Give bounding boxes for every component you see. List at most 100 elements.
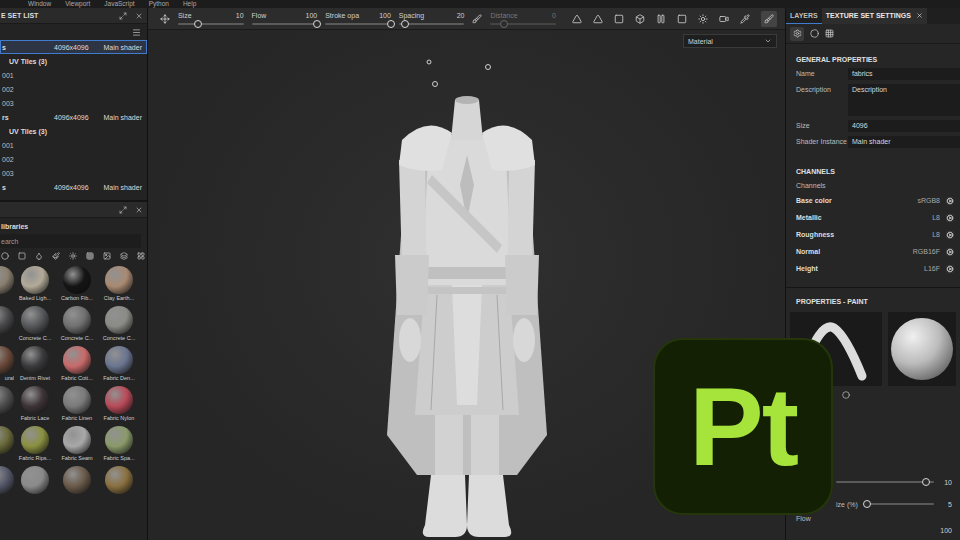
material-tile[interactable] xyxy=(0,466,14,502)
menu-item[interactable]: Python xyxy=(149,0,169,8)
channel-row[interactable]: HeightL16F xyxy=(786,260,960,277)
channel-format[interactable]: L16F xyxy=(924,265,940,272)
slider-value[interactable]: 100 xyxy=(306,12,318,20)
slider-value[interactable]: 20 xyxy=(457,12,465,20)
shader-icon[interactable] xyxy=(810,29,819,38)
close-icon[interactable] xyxy=(135,12,143,20)
maximize-icon[interactable] xyxy=(119,12,127,20)
channel-row[interactable]: Base colorsRGB8 xyxy=(786,192,960,209)
property-field[interactable]: Description xyxy=(848,84,960,116)
texture-icon[interactable] xyxy=(35,252,43,260)
camera-icon[interactable] xyxy=(719,14,729,24)
material-tile[interactable]: Fabric Lace xyxy=(14,386,56,422)
material-tile[interactable]: Concrete C... xyxy=(14,306,56,342)
material-tile[interactable]: Fabric Rips... xyxy=(14,426,56,462)
pause-icon[interactable] xyxy=(656,14,666,24)
property-field[interactable]: Main shader xyxy=(848,136,960,148)
material-tile[interactable]: Concrete C... xyxy=(56,306,98,342)
settings-view-button[interactable] xyxy=(790,27,804,41)
close-icon[interactable] xyxy=(916,12,923,19)
toolbar-slider[interactable]: Flow100 xyxy=(252,12,318,25)
material-tile[interactable] xyxy=(98,466,140,502)
material-tile[interactable]: Fabric Linen xyxy=(56,386,98,422)
mirror-icon[interactable] xyxy=(593,14,603,24)
channel-format[interactable]: L8 xyxy=(932,214,940,221)
gear-icon[interactable] xyxy=(946,248,954,256)
texture-set-row[interactable]: 002 xyxy=(0,82,147,96)
transform-icon[interactable] xyxy=(160,14,170,24)
property-field[interactable]: fabrics xyxy=(848,68,960,80)
frame-icon[interactable] xyxy=(614,14,624,24)
slider-value[interactable]: 10 xyxy=(940,479,952,486)
channel-row[interactable]: MetallicL8 xyxy=(786,209,960,226)
toolbar-slider[interactable]: Spacing20 xyxy=(399,12,465,25)
texture-set-row[interactable]: UV Tiles (3) xyxy=(0,124,147,138)
texture-set-row[interactable]: UV Tiles (3) xyxy=(0,54,147,68)
menu-icon[interactable] xyxy=(132,28,141,37)
environment-icon[interactable] xyxy=(69,252,77,260)
environment-icon[interactable] xyxy=(698,14,708,24)
picker-icon[interactable] xyxy=(740,14,750,24)
material-tile[interactable]: Fabric Seam xyxy=(56,426,98,462)
material-icon[interactable] xyxy=(842,391,850,399)
grid-view-icon[interactable] xyxy=(137,252,145,260)
channel-row[interactable]: NormalRGB16F xyxy=(786,243,960,260)
image-icon[interactable] xyxy=(103,252,111,260)
material-tile[interactable]: Fabric Spa... xyxy=(98,426,140,462)
menu-item[interactable]: JavaScript xyxy=(104,0,134,8)
property-field[interactable]: 4096 xyxy=(848,120,960,132)
slider-value[interactable]: 100 xyxy=(379,12,391,20)
lazy-mouse-icon[interactable] xyxy=(472,14,482,24)
slider-knob[interactable] xyxy=(922,478,930,486)
slider-knob[interactable] xyxy=(863,500,871,508)
menu-item[interactable]: Viewport xyxy=(65,0,90,8)
material-tile[interactable] xyxy=(0,266,14,302)
slider-knob[interactable] xyxy=(313,20,321,28)
material-tile[interactable]: Fabric Cott... xyxy=(56,346,98,382)
texture-set-row[interactable]: rs4096x4096Main shader xyxy=(0,110,147,124)
uv-icon[interactable] xyxy=(825,29,834,38)
smart-material-icon[interactable] xyxy=(18,252,26,260)
material-tile[interactable] xyxy=(0,426,14,462)
menu-item[interactable]: Window xyxy=(28,0,51,8)
texture-set-row[interactable]: 003 xyxy=(0,166,147,180)
flow-value[interactable]: 100 xyxy=(786,527,960,540)
selection-icon[interactable] xyxy=(677,14,687,24)
panel-tab[interactable]: TEXTURE SET SETTINGS xyxy=(822,8,927,24)
brush-icon[interactable] xyxy=(52,252,60,260)
slider-knob[interactable] xyxy=(500,20,508,28)
channel-row[interactable]: RoughnessL8 xyxy=(786,226,960,243)
toolbar-slider[interactable]: Stroke opa100 xyxy=(325,12,391,25)
slider-value[interactable]: 10 xyxy=(236,12,244,20)
channel-format[interactable]: sRGB8 xyxy=(917,197,940,204)
texture-set-row[interactable]: 002 xyxy=(0,152,147,166)
menu-item[interactable]: Help xyxy=(183,0,196,8)
material-tile[interactable]: Clay Earth... xyxy=(98,266,140,302)
material-tile[interactable] xyxy=(56,466,98,502)
texture-set-row[interactable]: s4096x4096Main shader xyxy=(0,180,147,194)
material-tile[interactable]: Baked Ligh... xyxy=(14,266,56,302)
slider-knob[interactable] xyxy=(387,20,395,28)
texture-set-row[interactable]: 001 xyxy=(0,68,147,82)
material-tile[interactable]: Concrete C... xyxy=(98,306,140,342)
slider-knob[interactable] xyxy=(194,20,202,28)
layers-icon[interactable] xyxy=(120,252,128,260)
channel-format[interactable]: L8 xyxy=(932,231,940,238)
maximize-icon[interactable] xyxy=(119,206,127,214)
symmetry-icon[interactable] xyxy=(572,14,582,24)
material-tile[interactable]: Denim Rivet xyxy=(14,346,56,382)
slider-value[interactable]: 0 xyxy=(552,12,556,20)
alpha-icon[interactable] xyxy=(86,252,94,260)
material-tile[interactable] xyxy=(0,306,14,342)
paint-tool[interactable] xyxy=(761,11,777,27)
channel-format[interactable]: RGB16F xyxy=(913,248,940,255)
material-tile[interactable]: Fabric Nylon xyxy=(98,386,140,422)
material-tile[interactable]: Fabric Den... xyxy=(98,346,140,382)
camera-view-icon[interactable] xyxy=(635,14,645,24)
material-tile[interactable] xyxy=(14,466,56,502)
viewport-mode-select[interactable]: Material xyxy=(683,34,777,48)
toolbar-slider[interactable]: Size10 xyxy=(178,12,244,25)
material-tile[interactable]: Carbon Fib... xyxy=(56,266,98,302)
texture-set-row[interactable]: 001 xyxy=(0,138,147,152)
gear-icon[interactable] xyxy=(946,197,954,205)
